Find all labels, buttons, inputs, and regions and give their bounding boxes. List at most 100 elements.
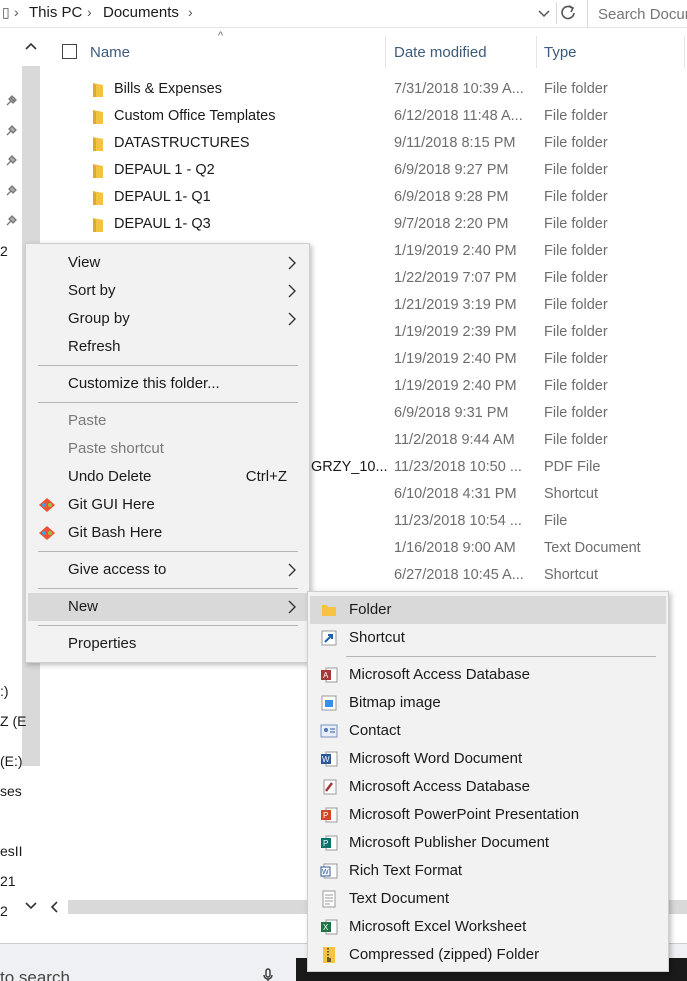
nav-item-fragment[interactable]: :) <box>0 683 9 699</box>
menu-label: View <box>68 254 101 271</box>
file-date-modified: 7/31/2018 10:39 A... <box>394 81 524 97</box>
svg-text:P: P <box>323 811 328 820</box>
file-type: Shortcut <box>544 567 598 583</box>
menu-item-git-bash[interactable]: Git Bash Here <box>28 519 309 547</box>
file-type: Text Document <box>544 540 641 556</box>
column-header: ^ Name Date modified Type <box>44 28 687 74</box>
submenu-item-powerpoint[interactable]: P Microsoft PowerPoint Presentation <box>310 801 666 829</box>
submenu-item-text-document[interactable]: Text Document <box>310 885 666 913</box>
menu-label: Paste <box>68 412 107 429</box>
submenu-label: Microsoft Excel Worksheet <box>349 918 527 935</box>
breadcrumb-this-pc[interactable]: This PC <box>29 4 82 21</box>
menu-label: Properties <box>68 635 137 652</box>
file-row[interactable]: DEPAUL 1 - Q2 6/9/2018 9:27 PM File folder <box>44 158 687 185</box>
chevron-right-icon <box>287 255 297 271</box>
menu-item-customize-folder[interactable]: Customize this folder... <box>28 370 309 398</box>
file-row[interactable]: DEPAUL 1- Q1 6/9/2018 9:28 PM File folder <box>44 185 687 212</box>
nav-item-fragment[interactable]: Z (E <box>0 713 26 729</box>
file-type: File folder <box>544 405 608 421</box>
file-date-modified: 9/7/2018 2:20 PM <box>394 216 509 232</box>
nav-item-fragment[interactable]: 2 <box>0 903 8 919</box>
menu-item-view[interactable]: View <box>28 249 309 277</box>
column-divider[interactable] <box>684 36 685 68</box>
chevron-right-icon <box>287 599 297 615</box>
file-row[interactable]: Custom Office Templates 6/12/2018 11:48 A… <box>44 104 687 131</box>
submenu-label: Shortcut <box>349 629 405 646</box>
address-dropdown-icon[interactable] <box>536 4 552 22</box>
search-input[interactable] <box>588 0 687 28</box>
submenu-item-zip-folder[interactable]: Compressed (zipped) Folder <box>310 941 666 969</box>
scroll-up-button[interactable] <box>22 36 40 56</box>
file-row[interactable]: Bills & Expenses 7/31/2018 10:39 A... File… <box>44 77 687 104</box>
menu-separator <box>346 656 656 657</box>
folder-icon <box>92 217 104 233</box>
submenu-item-folder[interactable]: Folder <box>310 596 666 624</box>
menu-item-refresh[interactable]: Refresh <box>28 333 309 361</box>
column-name[interactable]: Name <box>90 44 130 61</box>
menu-item-group-by[interactable]: Group by <box>28 305 309 333</box>
breadcrumb-documents[interactable]: Documents <box>103 4 179 21</box>
submenu-item-shortcut[interactable]: Shortcut <box>310 624 666 652</box>
scroll-down-button[interactable] <box>22 896 40 916</box>
nav-item-fragment[interactable]: esII <box>0 843 23 859</box>
access-icon: A <box>320 666 338 684</box>
file-type: File folder <box>544 162 608 178</box>
refresh-icon[interactable] <box>556 2 578 24</box>
file-date-modified: 6/27/2018 10:45 A... <box>394 567 524 583</box>
taskbar-search-text[interactable]: to search <box>0 968 70 981</box>
submenu-label: Text Document <box>349 890 450 907</box>
select-all-checkbox[interactable] <box>62 44 77 59</box>
submenu-item-bitmap-image[interactable]: Bitmap image <box>310 689 666 717</box>
file-name: GRZY_10... <box>311 459 388 475</box>
scroll-left-icon[interactable] <box>50 900 60 918</box>
submenu-label: Microsoft Access Database <box>349 778 530 795</box>
menu-item-paste[interactable]: Paste <box>28 407 309 435</box>
menu-item-git-gui[interactable]: Git GUI Here <box>28 491 309 519</box>
menu-item-sort-by[interactable]: Sort by <box>28 277 309 305</box>
text-document-icon <box>320 890 338 908</box>
submenu-item-access-database[interactable]: A Microsoft Access Database <box>310 661 666 689</box>
svg-text:P: P <box>323 839 328 848</box>
menu-item-undo-delete[interactable]: Undo Delete Ctrl+Z <box>28 463 309 491</box>
nav-item-fragment[interactable]: ses <box>0 783 22 799</box>
submenu-item-access-database-2[interactable]: Microsoft Access Database <box>310 773 666 801</box>
menu-item-give-access[interactable]: Give access to <box>28 556 309 584</box>
submenu-item-contact[interactable]: Contact <box>310 717 666 745</box>
submenu-item-word-document[interactable]: W Microsoft Word Document <box>310 745 666 773</box>
menu-item-new[interactable]: New <box>28 593 309 621</box>
submenu-item-excel[interactable]: X Microsoft Excel Worksheet <box>310 913 666 941</box>
menu-separator <box>38 588 298 589</box>
menu-label: Refresh <box>68 338 121 355</box>
chevron-right-icon[interactable]: › <box>188 4 193 20</box>
file-date-modified: 11/2/2018 9:44 AM <box>394 432 515 448</box>
nav-item-fragment[interactable]: 21 <box>0 873 16 889</box>
column-divider[interactable] <box>385 36 386 68</box>
submenu-item-rich-text[interactable]: W Rich Text Format <box>310 857 666 885</box>
submenu-label: Folder <box>349 601 392 618</box>
powerpoint-icon: P <box>320 806 338 824</box>
file-type: File folder <box>544 189 608 205</box>
file-type: File folder <box>544 216 608 232</box>
pc-icon: ▯ <box>2 4 10 20</box>
microphone-icon[interactable] <box>262 968 274 981</box>
file-date-modified: 1/16/2018 9:00 AM <box>394 540 516 556</box>
file-date-modified: 1/19/2019 2:40 PM <box>394 243 517 259</box>
search-box[interactable] <box>587 0 687 28</box>
menu-item-properties[interactable]: Properties <box>28 630 309 658</box>
column-type[interactable]: Type <box>544 44 577 61</box>
file-type: Shortcut <box>544 486 598 502</box>
new-submenu: Folder Shortcut A Microsoft Access Datab… <box>307 591 669 972</box>
file-type: File folder <box>544 351 608 367</box>
file-row[interactable]: DEPAUL 1- Q3 9/7/2018 2:20 PM File folder <box>44 212 687 239</box>
nav-item-fragment[interactable]: (E:) <box>0 753 23 769</box>
menu-label: Sort by <box>68 282 116 299</box>
menu-item-paste-shortcut[interactable]: Paste shortcut <box>28 435 309 463</box>
submenu-item-publisher[interactable]: P Microsoft Publisher Document <box>310 829 666 857</box>
file-row[interactable]: DATASTRUCTURES 9/11/2018 8:15 PM File fold… <box>44 131 687 158</box>
column-date-modified[interactable]: Date modified <box>394 44 487 61</box>
nav-item-fragment[interactable]: 2 <box>0 243 8 259</box>
column-divider[interactable] <box>536 36 537 68</box>
chevron-right-icon[interactable]: › <box>87 4 92 20</box>
folder-icon <box>92 190 104 206</box>
menu-label: Paste shortcut <box>68 440 164 457</box>
